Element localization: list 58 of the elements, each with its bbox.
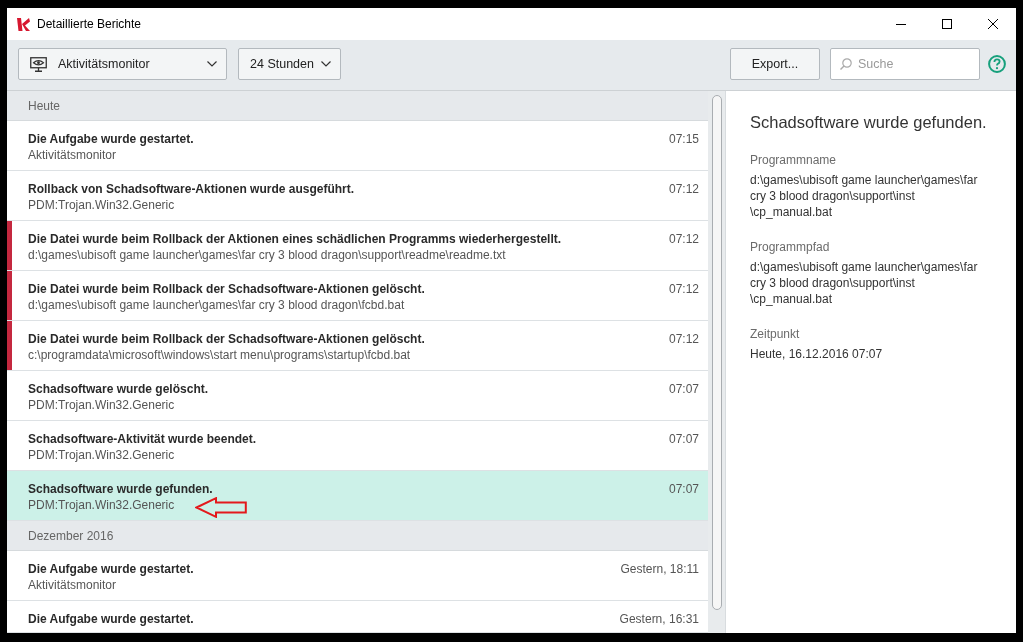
app-logo-icon [17,17,30,31]
field-label: Programmpfad [750,239,830,255]
help-icon[interactable] [988,55,1006,73]
event-detail: PDM:Trojan.Win32.Generic [28,397,175,413]
event-row[interactable]: Die Datei wurde beim Rollback der Schadsoftware-Aktionen gelöscht. d:\games\ubisoft game launcher\games\far cry 3 blood dragon\fcbd.bat 07:12 [7,271,708,321]
event-title: Die Aufgabe wurde gestartet. [28,561,194,577]
monitor-eye-icon [30,56,47,72]
search-field[interactable]: Suche [830,48,980,80]
event-time: 07:12 [668,181,699,197]
event-title: Die Datei wurde beim Rollback der Aktionen eines schädlichen Programms wiederhergestellt. [28,231,562,247]
event-row[interactable]: Die Datei wurde beim Rollback der Aktionen eines schädlichen Programms wiederhergestellt. d:\games\ubisoft game launcher\games\far cry 3 blood dragon\support\readme\readme.txt 07:12 [7,221,708,271]
field-value: Heute, 16.12.2016 07:07 [750,346,883,362]
report-dropdown[interactable]: Aktivitätsmonitor [18,48,227,80]
search-icon [840,58,852,70]
event-title: Rollback von Schadsoftware-Aktionen wurde ausgeführt. [28,181,355,197]
event-title: Die Aufgabe wurde gestartet. [28,611,194,627]
export-button[interactable]: Export... [730,48,820,80]
event-time: 07:07 [668,481,699,497]
event-time: 07:12 [668,331,699,347]
event-title: Die Datei wurde beim Rollback der Schadsoftware-Aktionen gelöscht. [28,281,425,297]
event-detail: PDM:Trojan.Win32.Generic [28,497,175,513]
minimize-icon [896,23,906,25]
section-header: Dezember 2016 [7,521,708,551]
field-value: d:\games\ubisoft game launcher\games\far cry 3 blood dragon\support\inst \cp_manual.bat [750,259,978,307]
chevron-down-icon [207,61,217,67]
event-time: Gestern, 16:31 [619,611,699,627]
event-detail: Aktivitätsmonitor [28,147,117,163]
period-dropdown[interactable]: 24 Stunden [238,48,341,80]
event-time: 07:12 [668,281,699,297]
event-detail: c:\programdata\microsoft\windows\start menu\programs\startup\fcbd.bat [28,347,411,363]
field-label: Programmname [750,152,837,168]
event-detail: d:\games\ubisoft game launcher\games\far cry 3 blood dragon\support\readme\readme.txt [28,247,506,263]
event-title: Schadsoftware wurde gefunden. [28,481,213,497]
event-detail: PDM:Trojan.Win32.Generic [28,197,175,213]
event-title: Schadsoftware-Aktivität wurde beendet. [28,431,257,447]
field-value: d:\games\ubisoft game launcher\games\far cry 3 blood dragon\support\inst \cp_manual.bat [750,172,978,220]
details-title: Schadsoftware wurde gefunden. [750,112,987,133]
event-title: Die Aufgabe wurde gestartet. [28,131,194,147]
event-title: Die Datei wurde beim Rollback der Schadsoftware-Aktionen gelöscht. [28,331,425,347]
scrollbar-thumb[interactable] [711,95,722,610]
event-detail: PDM:Trojan.Win32.Generic [28,447,175,463]
event-time: 07:12 [668,231,699,247]
event-time: 07:07 [668,431,699,447]
event-row[interactable]: Schadsoftware wurde gefunden. PDM:Trojan.Win32.Generic 07:07 [7,471,708,521]
event-time: Gestern, 18:11 [620,561,699,577]
event-detail: Aktivitätsmonitor [28,577,117,593]
maximize-icon [942,19,952,29]
event-detail: d:\games\ubisoft game launcher\games\far cry 3 blood dragon\fcbd.bat [28,297,405,313]
section-header: Heute [7,91,708,121]
chevron-down-icon [321,61,331,67]
close-icon [988,19,998,29]
event-row[interactable]: Die Datei wurde beim Rollback der Schadsoftware-Aktionen gelöscht. c:\programdata\microsoft\windows\start menu\programs\startup\fcbd.bat 07:12 [7,321,708,371]
left-arrow-annotation [195,497,247,518]
event-time: 07:07 [668,381,699,397]
window-title: Detaillierte Berichte [37,16,142,33]
field-label: Zeitpunkt [750,326,800,342]
event-time: 07:15 [668,131,699,147]
event-title: Schadsoftware wurde gelöscht. [28,381,209,397]
